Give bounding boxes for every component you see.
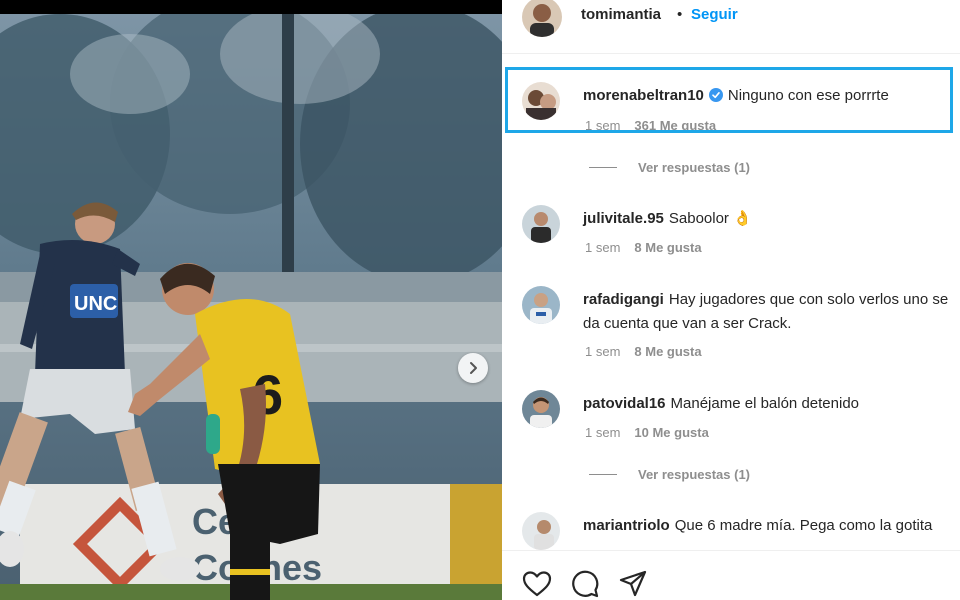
post-actions-bar	[502, 550, 960, 600]
post-media[interactable]: Ce ica Co ines UNC 6	[0, 0, 502, 600]
comment-meta: 1 sem 8 Me gusta	[585, 240, 702, 255]
post-photo: Ce ica Co ines UNC 6	[0, 14, 502, 600]
comment-username[interactable]: julivitale.95	[583, 210, 664, 227]
follow-button[interactable]: Seguir	[691, 6, 738, 23]
share-icon[interactable]	[618, 569, 648, 599]
comment-icon[interactable]	[570, 569, 600, 599]
comment-likes[interactable]: 8 Me gusta	[634, 344, 701, 359]
view-replies-button[interactable]: Ver respuestas (1)	[589, 160, 750, 175]
replies-divider	[589, 474, 617, 475]
next-image-button[interactable]	[458, 353, 488, 383]
heart-icon[interactable]	[522, 569, 552, 599]
author-avatar[interactable]	[522, 0, 562, 37]
author-username[interactable]: tomimantia	[581, 6, 661, 23]
comment-time[interactable]: 1 sem	[585, 240, 620, 255]
jersey-sponsor: UNC	[74, 293, 117, 315]
chevron-right-icon	[470, 362, 477, 374]
comment-text-block: rafadigangi Hay jugadores que con solo ve…	[583, 288, 955, 336]
comment-meta: 1 sem 8 Me gusta	[585, 344, 702, 359]
comment-time[interactable]: 1 sem	[585, 425, 620, 440]
comment-time[interactable]: 1 sem	[585, 344, 620, 359]
comment-body: Saboolor 👌	[668, 210, 752, 227]
view-replies-label: Ver respuestas (1)	[638, 160, 751, 175]
comment-username[interactable]: patovidal16	[583, 395, 666, 412]
comment-meta: 1 sem 10 Me gusta	[585, 425, 709, 440]
comment-highlight-box	[505, 67, 953, 133]
comment-likes[interactable]: 8 Me gusta	[634, 240, 701, 255]
media-top-bar	[0, 0, 502, 14]
replies-divider	[589, 167, 617, 168]
view-replies-button[interactable]: Ver respuestas (1)	[589, 467, 750, 482]
comment-text-block: patovidal16 Manéjame el balón detenido	[583, 392, 960, 416]
comment-text-block: julivitale.95 Saboolor 👌	[583, 207, 960, 231]
comment-body: Manéjame el balón detenido	[670, 395, 859, 412]
comment-username[interactable]: rafadigangi	[583, 291, 664, 308]
view-replies-label: Ver respuestas (1)	[638, 467, 751, 482]
comment-likes[interactable]: 10 Me gusta	[634, 425, 708, 440]
comment-text-block: mariantriolo Que 6 madre mía. Pega como l…	[583, 514, 960, 538]
comment-username[interactable]: mariantriolo	[583, 517, 670, 534]
commenter-avatar[interactable]	[522, 286, 560, 324]
commenter-avatar[interactable]	[522, 512, 560, 550]
header-separator: •	[677, 6, 683, 23]
post-header: tomimantia • Seguir	[502, 0, 960, 54]
comment-body: Que 6 madre mía. Pega como la gotita	[674, 517, 933, 534]
commenter-avatar[interactable]	[522, 390, 560, 428]
commenter-avatar[interactable]	[522, 205, 560, 243]
